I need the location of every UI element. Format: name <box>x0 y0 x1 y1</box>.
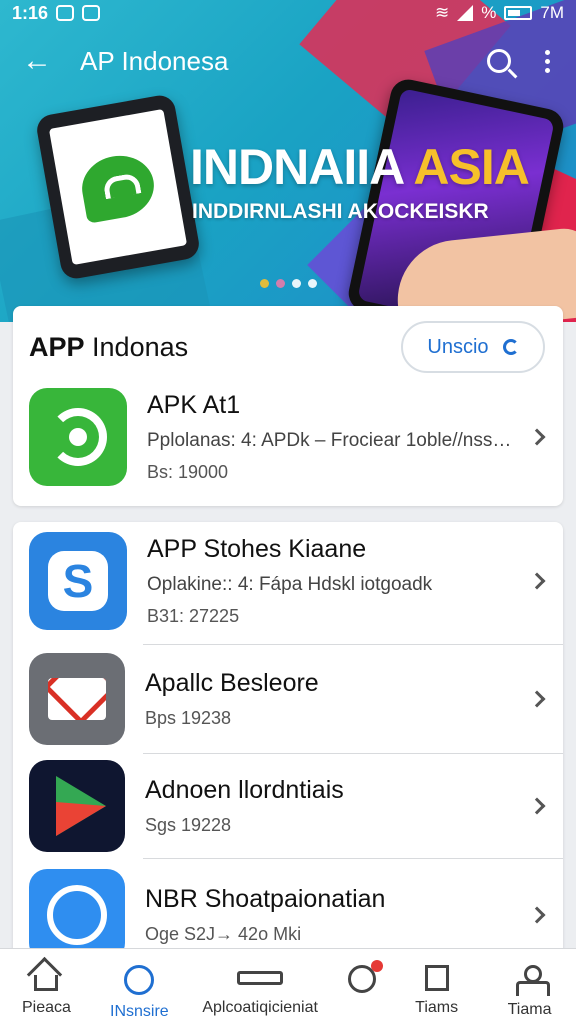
chevron-right-icon <box>528 690 546 708</box>
chevron-right-icon <box>528 572 546 590</box>
notification-badge <box>371 960 384 972</box>
app-name: APK At1 <box>147 391 241 419</box>
arrow-left-icon[interactable]: ← <box>0 44 80 78</box>
refresh-icon <box>502 339 519 355</box>
chevron-right-icon <box>528 797 546 815</box>
nav-item-explore[interactable]: INsnsire <box>93 949 186 1024</box>
search-icon[interactable] <box>487 49 511 73</box>
notifications-icon <box>348 960 384 993</box>
app-meta: Oge S2J→ 42o Mki <box>145 924 302 944</box>
featured-card: APP Indonas Unscio APK At1 Pplolanas: 4:… <box>13 306 563 506</box>
mail-icon <box>29 653 125 745</box>
battery-text: 7M <box>540 3 564 22</box>
list-item[interactable]: S APP Stohes Kiaane Oplakine:: 4: Fápa H… <box>13 522 563 630</box>
app-meta: Bs: 19000 <box>147 462 229 482</box>
list-item[interactable]: Apallc Besleore Bps 19238 <box>13 645 563 753</box>
app-name: Adnoen llordntiais <box>145 776 344 804</box>
app-description: Oplakine:: 4: Fápa Hdskl iotgoadk <box>147 574 433 595</box>
whatsapp-status-icon <box>56 5 75 21</box>
nav-item-notifications[interactable] <box>334 949 390 1024</box>
apps-icon <box>237 971 284 985</box>
app-name: APP Stohes Kiaane <box>147 535 367 563</box>
card-title: APP Indonas <box>29 331 189 362</box>
list-item[interactable]: APK At1 Pplolanas: 4: APDk – Frociear 1o… <box>13 388 563 486</box>
page-title: AP Indonesa <box>80 45 229 76</box>
update-button[interactable]: Unscio <box>401 321 545 373</box>
explore-icon <box>124 965 155 995</box>
list-item[interactable]: NBR Shoatpaionatian Oge S2J→ 42o Mki <box>13 859 563 952</box>
chat-icon <box>29 869 125 952</box>
pager-dot[interactable] <box>292 279 301 288</box>
banner-phone-left <box>34 93 202 281</box>
battery-icon <box>504 6 533 20</box>
green-sync-icon <box>29 388 127 486</box>
app-list: S APP Stohes Kiaane Oplakine:: 4: Fápa H… <box>13 522 563 952</box>
app-description: Pplolanas: 4: APDk – Frociear 1oble//nss… <box>147 430 517 451</box>
nav-item-home[interactable]: Pieaca <box>0 949 93 1024</box>
blue-s-icon: S <box>29 532 127 630</box>
app-name: NBR Shoatpaionatian <box>145 885 386 913</box>
banner-pager-dots[interactable] <box>260 279 317 288</box>
home-icon <box>34 975 59 991</box>
chevron-right-icon <box>528 428 546 446</box>
more-vert-icon[interactable] <box>545 49 550 73</box>
status-bar: 1:16 ≋ % 7M <box>0 0 576 26</box>
banner-subline: INDDIRNLASHI AKOCKEISKR <box>192 200 489 223</box>
bottom-nav: Pieaca INsnsire Aplcoatiqicieniat Tiams … <box>0 948 576 1024</box>
status-time: 1:16 <box>12 2 49 23</box>
list-item[interactable]: Adnoen llordntiais Sgs 19228 <box>13 754 563 858</box>
play-icon <box>29 760 125 852</box>
wifi-icon: ≋ <box>435 3 450 22</box>
profile-icon <box>515 965 550 996</box>
app-meta: Bps 19238 <box>145 708 232 728</box>
pager-dot[interactable] <box>260 279 269 288</box>
app-name: Apallc Besleore <box>145 669 319 697</box>
message-status-icon <box>82 5 101 21</box>
chevron-right-icon <box>528 906 546 924</box>
nav-item-apps[interactable]: Aplcoatiqicieniat <box>186 949 335 1024</box>
pager-dot[interactable] <box>308 279 317 288</box>
pager-dot[interactable] <box>276 279 285 288</box>
signal-icon <box>457 5 474 21</box>
banner-headline: INDNAIIA ASIA <box>190 139 530 195</box>
status-percent: % <box>481 3 497 22</box>
app-meta: B31: 27225 <box>147 606 240 626</box>
nav-item-themes[interactable]: Tiams <box>390 949 483 1024</box>
theme-icon <box>424 965 449 991</box>
nav-item-profile[interactable]: Tiama <box>483 949 576 1024</box>
chat-app-icon <box>77 150 159 224</box>
app-bar: ← AP Indonesa <box>0 26 576 96</box>
app-meta: Sgs 19228 <box>145 815 232 835</box>
